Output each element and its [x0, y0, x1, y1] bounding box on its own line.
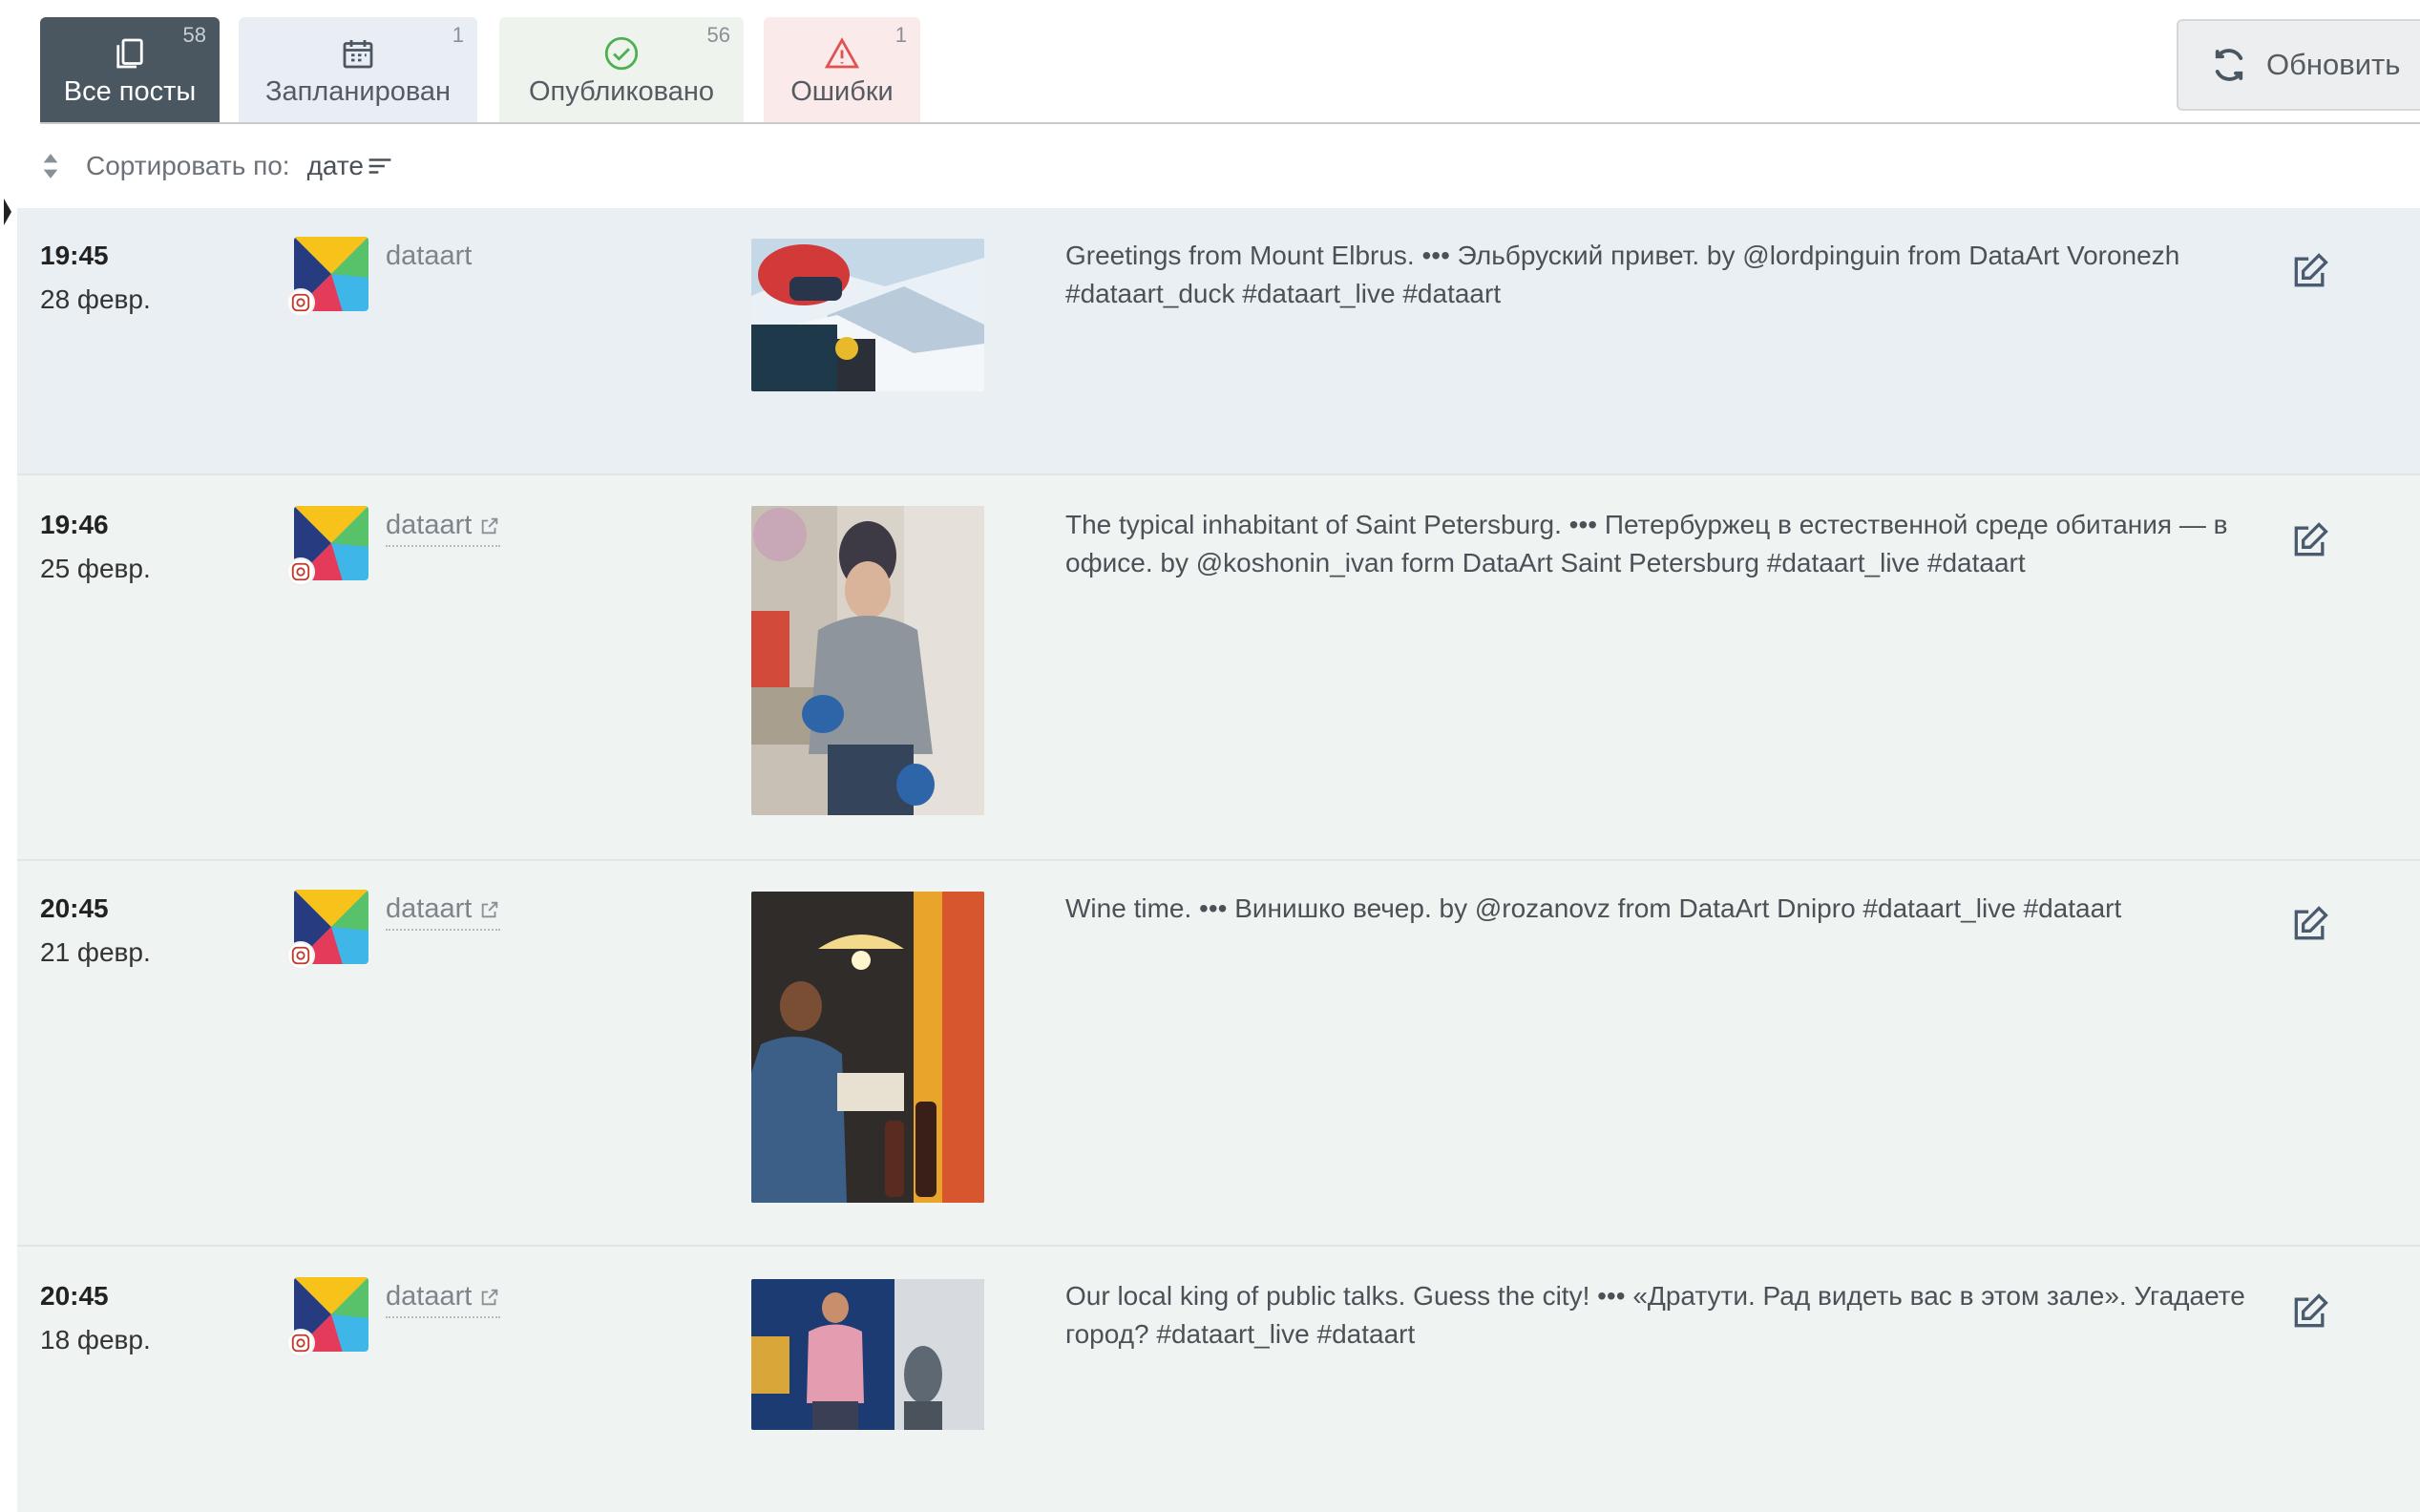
external-link-icon — [482, 901, 498, 917]
sort-arrows-icon[interactable] — [40, 152, 61, 180]
tab-label: Запланирован — [264, 76, 452, 107]
sort-label: Сортировать по: — [86, 151, 290, 180]
tab-label: Все посты — [63, 76, 197, 107]
tab-count: 58 — [182, 23, 206, 47]
edit-post-button[interactable] — [2289, 903, 2331, 945]
post-image[interactable] — [751, 1279, 984, 1430]
edit-icon — [2294, 1293, 2328, 1328]
external-link-icon — [482, 1289, 498, 1305]
post-date: 25 февр. — [40, 554, 151, 583]
account-link[interactable]: dataart — [386, 1281, 501, 1318]
tab-published[interactable]: Опубликовано 56 — [499, 17, 744, 122]
post-time: 20:45 — [40, 893, 109, 923]
post-row[interactable]: 19:45 28 февр. dataart Greetings from Mo… — [17, 208, 2420, 473]
tab-count: 56 — [706, 23, 730, 47]
post-date: 18 февр. — [40, 1325, 151, 1354]
refresh-button[interactable]: Обновить — [2177, 19, 2420, 111]
edit-post-button[interactable] — [2289, 250, 2331, 292]
tab-label: Ошибки — [790, 76, 894, 107]
post-text: Our local king of public talks. Guess th… — [1065, 1281, 2245, 1349]
instagram-icon — [286, 288, 315, 317]
sort-order-icon — [368, 158, 391, 174]
post-date: 28 февр. — [40, 284, 151, 314]
sort-value: дате — [306, 151, 364, 180]
edit-icon — [2294, 906, 2328, 940]
edit-post-button[interactable] — [2289, 1291, 2331, 1333]
account-name: dataart — [386, 893, 473, 924]
refresh-label: Обновить — [2266, 48, 2401, 81]
post-time: 19:46 — [40, 510, 109, 539]
refresh-icon — [2215, 49, 2243, 81]
post-image[interactable] — [751, 892, 984, 1203]
tab-count: 1 — [452, 23, 464, 47]
post-text: Greetings from Mount Elbrus. ••• Эльбрус… — [1065, 241, 2180, 308]
post-row[interactable]: 20:45 18 февр. dataart Our local king of… — [17, 1245, 2420, 1512]
instagram-icon — [286, 941, 315, 970]
post-image[interactable] — [751, 506, 984, 815]
post-row[interactable]: 20:45 21 февр. dataart Wine time. ••• Ви… — [17, 859, 2420, 1245]
sort-bar: Сортировать по: дате — [40, 147, 392, 185]
tab-count: 1 — [894, 23, 907, 47]
post-time: 19:45 — [40, 241, 109, 270]
account-name: dataart — [386, 241, 473, 271]
account-link[interactable]: dataart — [386, 893, 501, 931]
tab-all-posts[interactable]: Все посты 58 — [40, 17, 220, 122]
post-image[interactable] — [751, 239, 984, 391]
sort-dropdown[interactable]: дате — [307, 151, 392, 181]
instagram-icon — [286, 1329, 315, 1357]
instagram-icon — [286, 557, 315, 586]
edit-icon — [2294, 522, 2328, 556]
edit-post-button[interactable] — [2289, 519, 2331, 561]
post-date: 21 февр. — [40, 937, 151, 967]
post-text: The typical inhabitant of Saint Petersbu… — [1065, 510, 2228, 578]
panel-collapse-caret[interactable] — [4, 199, 11, 225]
post-text: Wine time. ••• Винишко вечер. by @rozano… — [1065, 893, 2122, 923]
external-link-icon — [482, 517, 498, 534]
post-time: 20:45 — [40, 1281, 109, 1311]
calendar-icon — [239, 31, 477, 76]
account-link[interactable]: dataart — [386, 510, 501, 547]
tab-scheduled[interactable]: Запланирован 1 — [239, 17, 477, 122]
edit-icon — [2294, 253, 2328, 287]
tab-label: Опубликовано — [528, 76, 714, 107]
tab-errors[interactable]: Ошибки 1 — [764, 17, 920, 122]
account-name: dataart — [386, 1281, 473, 1312]
account-name: dataart — [386, 510, 473, 540]
tabs-divider — [40, 122, 2420, 124]
post-row[interactable]: 19:46 25 февр. dataart The typical inhab… — [17, 473, 2420, 859]
